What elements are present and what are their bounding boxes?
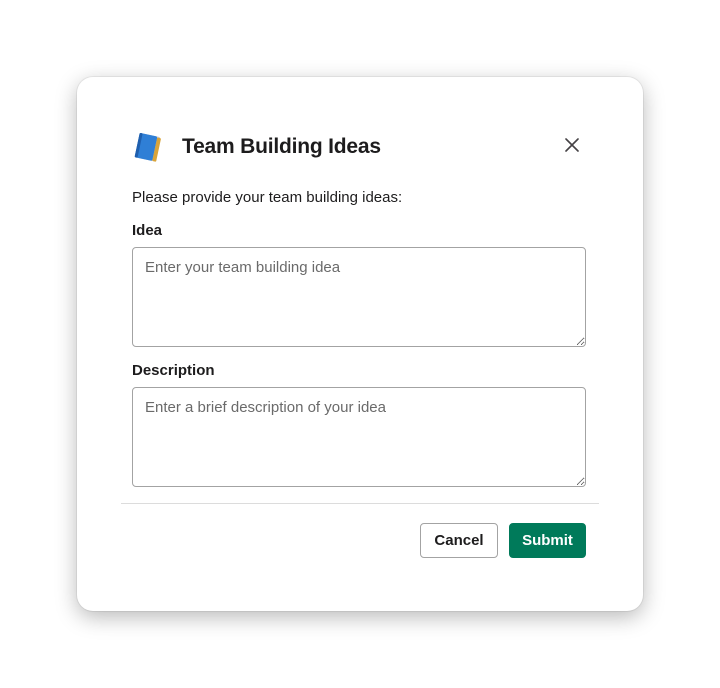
- close-icon: [565, 137, 579, 157]
- blue-book-icon: [132, 130, 166, 164]
- idea-input[interactable]: [132, 247, 586, 347]
- intro-text: Please provide your team building ideas:: [132, 189, 403, 206]
- idea-label: Idea: [132, 222, 163, 239]
- submit-button[interactable]: Submit: [509, 523, 586, 558]
- cancel-button[interactable]: Cancel: [420, 523, 498, 558]
- modal-header: Team Building Ideas: [132, 129, 588, 165]
- modal-dialog: Team Building Ideas Please provide your …: [77, 77, 643, 611]
- description-input[interactable]: [132, 387, 586, 487]
- close-button[interactable]: [556, 131, 588, 163]
- modal-title: Team Building Ideas: [182, 135, 381, 158]
- footer-divider: [121, 503, 599, 504]
- description-label: Description: [132, 362, 215, 379]
